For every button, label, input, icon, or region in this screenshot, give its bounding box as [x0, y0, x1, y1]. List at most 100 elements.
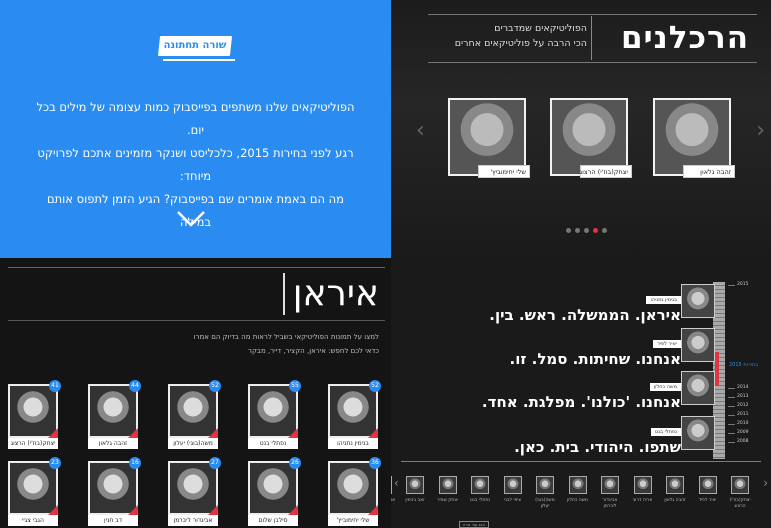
- politician-thumb[interactable]: [568, 476, 587, 494]
- quote-row[interactable]: נפתלי בנט שתפו. היהודי. בית. כאן.: [514, 418, 681, 456]
- timeline-tick: [728, 406, 735, 407]
- politician-thumb[interactable]: [698, 476, 717, 494]
- politician-thumb[interactable]: [406, 476, 424, 494]
- pagination-dot[interactable]: [575, 228, 580, 233]
- show-more-button[interactable]: הצג עוד ארה: [459, 521, 489, 528]
- politician-tile[interactable]: 44 זהבה גלאון: [88, 380, 141, 449]
- politician-name: אופיר אקוניס: [391, 498, 396, 503]
- section-title: הרכלנים: [620, 20, 749, 56]
- timeline-tick: [728, 388, 735, 389]
- politician-thumb[interactable]: [633, 476, 652, 494]
- politician-photo: [681, 328, 715, 362]
- politician-thumb[interactable]: [391, 476, 392, 494]
- politician-name: יצחק(בוז'י) הרצוג: [729, 498, 751, 509]
- timeline-year: 2012: [737, 403, 749, 408]
- timeline-year: 2008: [737, 439, 749, 444]
- politician-photo: [450, 100, 524, 174]
- politician-name: נפתלי בנט: [470, 498, 490, 503]
- timeline-year: 2013: [737, 394, 749, 399]
- chevron-right-icon[interactable]: ›: [756, 120, 765, 142]
- politician-name: יצחק(בוז'י) הרצוג: [579, 165, 632, 178]
- flag-corner: [368, 505, 378, 515]
- politician-photo: [552, 100, 626, 174]
- gossipers-panel: הרכלנים הפוליטיקאים שמדברים הכי הרבה על …: [391, 0, 771, 258]
- timeline-year: 2015: [737, 282, 749, 287]
- politician-thumb[interactable]: [731, 476, 749, 494]
- flag-corner: [288, 505, 298, 515]
- quote-row[interactable]: יאיר לפיד אנחנו. שחיתות. סמל. זו.: [510, 330, 681, 368]
- intro-panel: שורה תחתונה הפוליטיקאים שלנו משתפים בפיי…: [0, 0, 391, 258]
- chevron-left-icon[interactable]: ‹: [394, 476, 399, 490]
- politician-name: דב חנין: [88, 515, 138, 526]
- top-words: איראן. הממשלה. ראש. בין.: [489, 306, 681, 324]
- quote-row[interactable]: משה כחלון אנחנו. 'כולנו'. מפלגת. אחד.: [482, 373, 681, 411]
- politician-name: משה(בוגי) יעלון: [168, 438, 218, 449]
- politician-name: סילבן שלום: [248, 515, 298, 526]
- timeline-tick: [728, 442, 735, 443]
- politician-tile[interactable]: 41 יצחק(בוז'י) הרצוג: [8, 380, 61, 449]
- pagination-dot[interactable]: [593, 228, 598, 233]
- mention-count-badge: 44: [129, 380, 141, 392]
- politician-tile[interactable]: 16 דב חנין: [88, 457, 141, 526]
- pagination-dot[interactable]: [602, 228, 607, 233]
- politician-thumb[interactable]: [503, 476, 522, 494]
- chevron-right-icon[interactable]: ›: [763, 476, 768, 490]
- politician-thumb[interactable]: [438, 476, 457, 494]
- politician-name: יצחק שמיר: [436, 498, 459, 503]
- timeline-tick: [728, 285, 735, 286]
- politician-name: זהבה גלאון: [683, 165, 735, 178]
- politician-name: שלי יחימוביץ': [328, 515, 378, 526]
- quote-row[interactable]: בנימין נתניהו איראן. הממשלה. ראש. בין.: [489, 286, 681, 324]
- politician-card[interactable]: זהבה גלאון: [653, 98, 735, 178]
- intro-line: רגע לפני בחירות 2015, כלכליסט ושנקר מזמי…: [37, 146, 354, 183]
- flag-corner: [208, 428, 218, 438]
- top-words: אנחנו. 'כולנו'. מפלגת. אחד.: [481, 393, 681, 411]
- politician-name: אריה דרעי: [632, 498, 653, 503]
- politician-tile[interactable]: 23 הגבי צגיי: [8, 457, 61, 526]
- chevron-left-icon[interactable]: ‹: [416, 120, 425, 142]
- timeline-tick: [728, 397, 735, 398]
- mention-count-badge: 41: [49, 380, 61, 392]
- politician-name: אביגדור ליברמן: [602, 498, 618, 509]
- politician-tile[interactable]: 26 סילבן שלום: [248, 457, 301, 526]
- politician-card[interactable]: שלי יחימוביץ': [448, 98, 530, 178]
- keyword-title: איראן: [282, 273, 379, 315]
- politician-thumb[interactable]: [536, 476, 554, 494]
- politician-tile[interactable]: 52 משה(בוגי) יעלון: [168, 380, 221, 449]
- mention-count-badge: 27: [209, 457, 221, 469]
- politician-name: זהבה גלאון: [88, 438, 138, 449]
- politician-name: זאב בנימין: [405, 498, 425, 503]
- politician-thumb[interactable]: [666, 476, 684, 494]
- flag-corner: [368, 428, 378, 438]
- politician-tile[interactable]: 52 בנימין נתניהו: [328, 380, 381, 449]
- bottom-line-logo: שורה תחתונה: [157, 36, 235, 61]
- keyword-desc: למצו על תמונות הפוליטיקאי בשביל לראות מה…: [193, 333, 379, 341]
- timeline-tick: [728, 415, 735, 416]
- pagination-dot[interactable]: [584, 228, 589, 233]
- chevron-down-icon[interactable]: [176, 210, 206, 228]
- politician-thumb[interactable]: [601, 476, 619, 494]
- quotes-panel: בחירות 2015 ‹ › הצג עוד ארה בנימין נתניה…: [391, 258, 771, 528]
- mention-count-badge: 52: [209, 380, 221, 392]
- politician-tag: נפתלי בנט: [650, 428, 681, 436]
- politician-name: ציפי לבני: [504, 498, 521, 503]
- politician-photo: [681, 284, 715, 318]
- mention-count-badge: 16: [129, 457, 141, 469]
- politician-card[interactable]: יצחק(בוז'י) הרצוג: [550, 98, 632, 178]
- mention-count-badge: 55: [289, 380, 301, 392]
- pagination-dot[interactable]: [566, 228, 571, 233]
- politician-name: יצחק(בוז'י) הרצוג: [8, 438, 58, 449]
- politician-thumb[interactable]: [471, 476, 489, 494]
- politician-tile[interactable]: 55 נפתלי בנט: [248, 380, 301, 449]
- timeline-tick: [728, 424, 735, 425]
- politician-name: בנימין נתניהו: [328, 438, 378, 449]
- timeline-marker: בחירות 2015: [729, 362, 759, 368]
- section-subtitle: הפוליטיקאים שמדברים: [494, 23, 587, 34]
- mention-count-badge: 52: [369, 380, 381, 392]
- politician-name: שלי יחימוביץ': [478, 165, 530, 178]
- timeline-year: 2009: [737, 430, 749, 435]
- politician-name: נפתלי בנט: [248, 438, 298, 449]
- timeline-highlight: [715, 352, 719, 386]
- politician-tile[interactable]: 27 אביגדור ליברמן: [168, 457, 221, 526]
- politician-tile[interactable]: 36 שלי יחימוביץ': [328, 457, 381, 526]
